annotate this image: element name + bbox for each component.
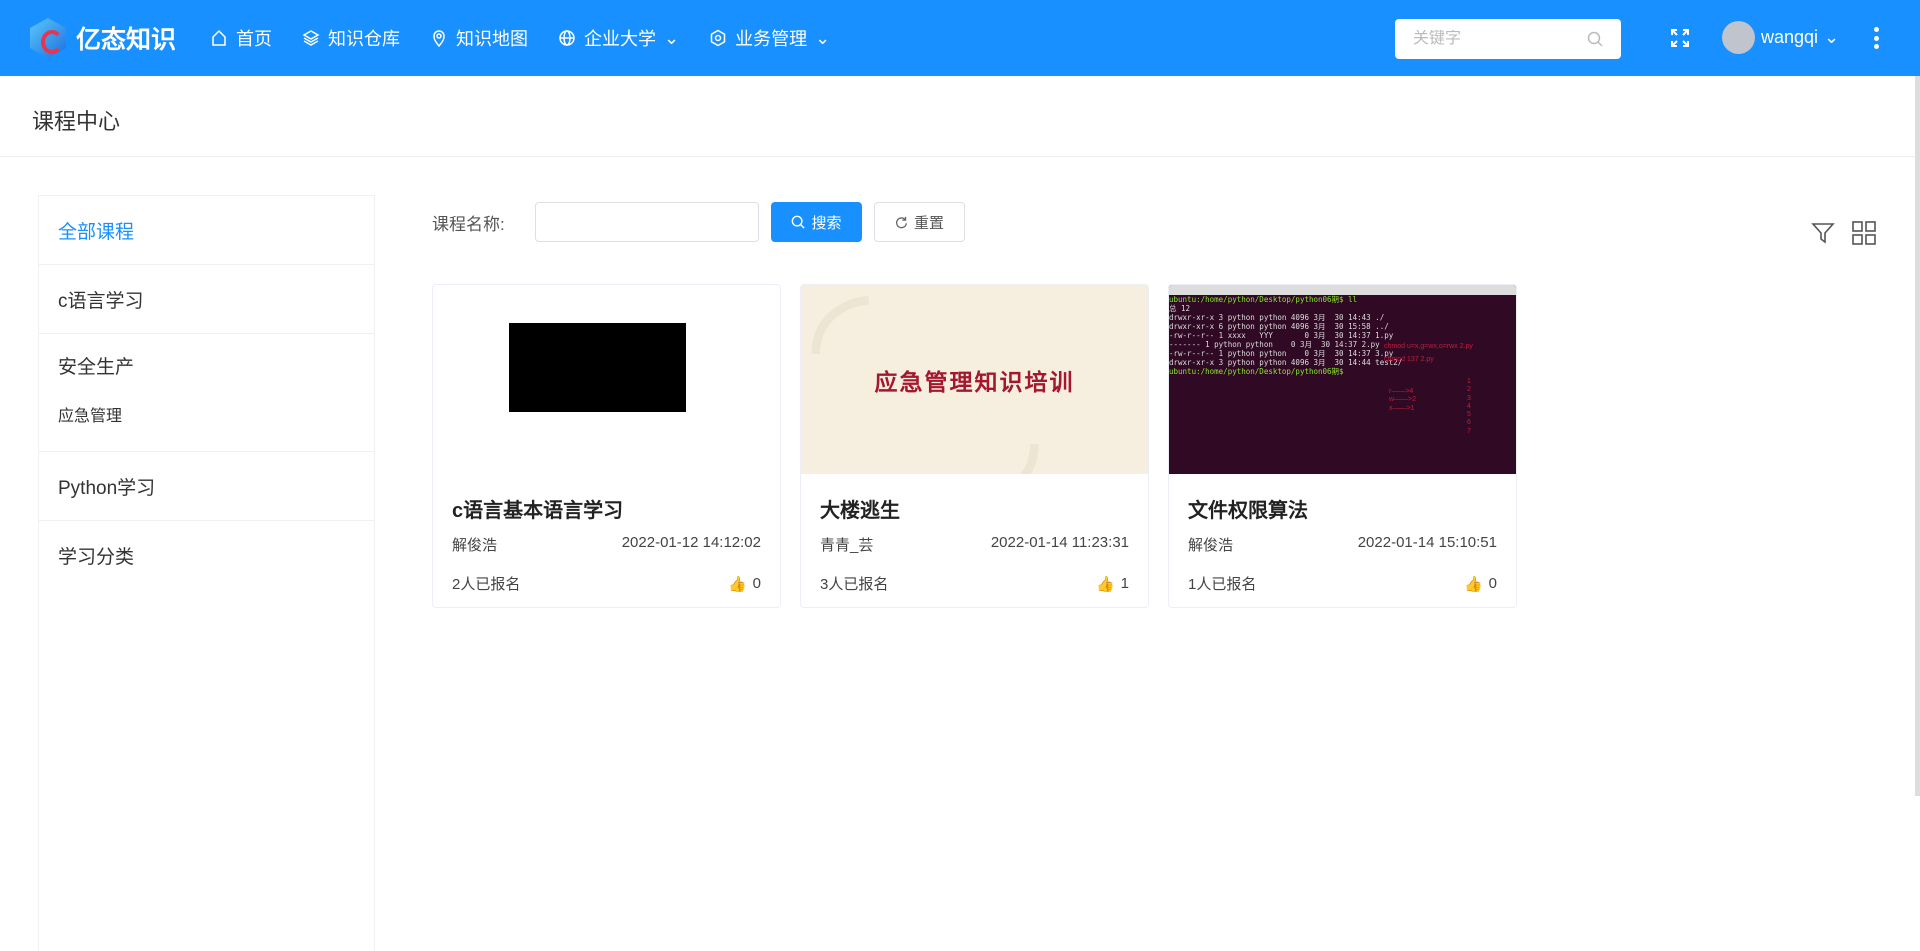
top-nav-bar: 亿态知识 首页 知识仓库 知识地图 企业大学 ⌄ 业务管理 ⌄ wangqi ⌄ xyxy=(0,0,1920,76)
location-icon xyxy=(433,30,445,47)
cover-arrows: r——>4 w——>2 x——>1 xyxy=(1389,388,1417,412)
main-nav: 首页 知识仓库 知识地图 企业大学 ⌄ 业务管理 ⌄ xyxy=(210,0,860,76)
course-author: 解俊浩 xyxy=(1188,537,1234,554)
terminal-line: 总 12 xyxy=(1169,304,1191,313)
search-label: 搜索 xyxy=(811,214,842,232)
search-button[interactable]: 搜索 xyxy=(771,202,862,242)
cover-text: 应急管理知识培训 xyxy=(874,369,1075,396)
sidebar-item-learning-category[interactable]: 学习分类 xyxy=(39,521,374,590)
terminal-line: -rw-r--r-- 1 xxxx YYY 0 3月 30 14:37 1.py xyxy=(1169,331,1394,340)
nav-label: 知识仓库 xyxy=(328,29,400,49)
sidebar-item-all-courses[interactable]: 全部课程 xyxy=(39,196,374,265)
filter-icon[interactable] xyxy=(1810,220,1836,246)
thumbs-up-icon: 👍 xyxy=(727,575,747,593)
terminal-screenshot: ubuntu:/home/python/Desktop/python06期$ l… xyxy=(1169,295,1516,376)
course-cover: ubuntu:/home/python/Desktop/python06期$ l… xyxy=(1169,285,1516,474)
nav-label: 知识地图 xyxy=(456,29,528,49)
refresh-icon xyxy=(896,216,908,228)
page-header: 课程中心 xyxy=(0,76,1915,157)
course-cover: ◜ ◞ 应急管理知识培训 xyxy=(801,285,1148,474)
course-title[interactable]: c语言基本语言学习 xyxy=(452,494,761,522)
nav-label: 首页 xyxy=(236,29,272,49)
nav-label: 企业大学 xyxy=(584,29,656,49)
like-button[interactable]: 👍 1 xyxy=(1096,573,1129,594)
chevron-down-icon: ⌄ xyxy=(815,27,831,48)
layers-icon xyxy=(302,30,320,46)
course-name-input[interactable] xyxy=(535,202,759,242)
enrolled-count: 2人已报名 xyxy=(452,576,521,593)
category-sidebar: 全部课程 c语言学习 安全生产 应急管理 Python学习 学习分类 xyxy=(38,195,375,951)
search-icon xyxy=(792,215,806,229)
course-author: 解俊浩 xyxy=(452,537,498,554)
course-cover xyxy=(433,285,780,474)
like-count: 1 xyxy=(1120,575,1129,592)
search-icon[interactable] xyxy=(1587,31,1603,47)
sidebar-item-python[interactable]: Python学习 xyxy=(39,452,374,521)
logo-text: 亿态知识 xyxy=(76,26,177,54)
more-vertical-icon[interactable] xyxy=(1873,27,1879,49)
user-menu[interactable]: wangqi ⌄ xyxy=(1722,21,1839,54)
cover-digits: 1 2 3 4 5 6 7 xyxy=(1467,378,1471,435)
chevron-down-icon: ⌄ xyxy=(664,27,680,48)
thumbs-up-icon: 👍 xyxy=(1463,575,1483,593)
course-card[interactable]: ◜ ◞ 应急管理知识培训 大楼逃生 青青_芸 2022-01-14 11:23:31… xyxy=(800,284,1149,608)
like-button[interactable]: 👍 0 xyxy=(1464,573,1497,594)
chevron-down-icon: ⌄ xyxy=(1824,27,1840,47)
sidebar-item-safety-production[interactable]: 安全生产 xyxy=(39,334,374,396)
home-icon xyxy=(212,29,226,46)
terminal-line: drwxr-xr-x 3 python python 4096 3月 30 14… xyxy=(1169,358,1403,367)
course-filter: 课程名称: 搜索 重置 xyxy=(432,202,965,242)
cover-note: chmod u=x,g=wx,o=rwx 2.py xyxy=(1384,343,1473,350)
course-title[interactable]: 文件权限算法 xyxy=(1188,494,1497,522)
course-author: 青青_芸 xyxy=(820,537,874,554)
thumbs-up-icon: 👍 xyxy=(1095,575,1115,593)
username: wangqi xyxy=(1761,27,1819,47)
course-date: 2022-01-12 14:12:02 xyxy=(621,534,761,551)
course-date: 2022-01-14 15:10:51 xyxy=(1357,534,1497,551)
like-count: 0 xyxy=(1488,575,1497,592)
nav-enterprise-university[interactable]: 企业大学 ⌄ xyxy=(558,25,679,51)
course-date: 2022-01-14 11:23:31 xyxy=(990,534,1129,551)
globe-icon xyxy=(559,30,575,46)
like-count: 0 xyxy=(752,575,761,592)
logo-icon xyxy=(30,18,66,58)
reset-label: 重置 xyxy=(913,214,944,232)
nav-knowledge-repo[interactable]: 知识仓库 xyxy=(302,25,400,51)
terminal-line: ubuntu:/home/python/Desktop/python06期$ xyxy=(1169,367,1344,376)
gear-icon xyxy=(710,29,726,47)
course-name-label: 课程名称: xyxy=(432,214,505,234)
fullscreen-icon[interactable] xyxy=(1670,28,1690,48)
avatar xyxy=(1722,21,1755,54)
like-button[interactable]: 👍 0 xyxy=(728,573,761,594)
grid-view-icon[interactable] xyxy=(1851,220,1877,246)
nav-label: 业务管理 xyxy=(735,29,808,49)
terminal-line: drwxr-xr-x 6 python python 4096 3月 30 15… xyxy=(1169,322,1389,331)
page-title: 课程中心 xyxy=(32,109,121,134)
terminal-line: ubuntu:/home/python/Desktop/python06期$ l… xyxy=(1169,295,1358,304)
enrolled-count: 1人已报名 xyxy=(1188,576,1257,593)
nav-business-management[interactable]: 业务管理 ⌄ xyxy=(709,25,830,51)
course-title[interactable]: 大楼逃生 xyxy=(820,494,1129,522)
keyword-search-input[interactable] xyxy=(1413,30,1573,48)
course-card[interactable]: ubuntu:/home/python/Desktop/python06期$ l… xyxy=(1168,284,1517,608)
sidebar-item-c-language[interactable]: c语言学习 xyxy=(39,265,374,334)
course-list: c语言基本语言学习 解俊浩 2022-01-12 14:12:02 2人已报名 👍 0… xyxy=(432,284,1517,608)
page-scrollbar[interactable] xyxy=(1915,76,1920,796)
terminal-line: drwxr-xr-x 3 python python 4096 3月 30 14… xyxy=(1169,313,1385,322)
nav-home[interactable]: 首页 xyxy=(210,25,272,51)
cover-note: chmod 137 2.py xyxy=(1384,356,1434,363)
course-card[interactable]: c语言基本语言学习 解俊浩 2022-01-12 14:12:02 2人已报名 👍 0 xyxy=(432,284,781,608)
enrolled-count: 3人已报名 xyxy=(820,576,889,593)
logo[interactable]: 亿态知识 xyxy=(30,18,176,58)
header-search xyxy=(1395,19,1621,59)
nav-knowledge-map[interactable]: 知识地图 xyxy=(430,25,528,51)
sidebar-item-emergency-management[interactable]: 应急管理 xyxy=(39,396,374,452)
reset-button[interactable]: 重置 xyxy=(874,202,965,242)
